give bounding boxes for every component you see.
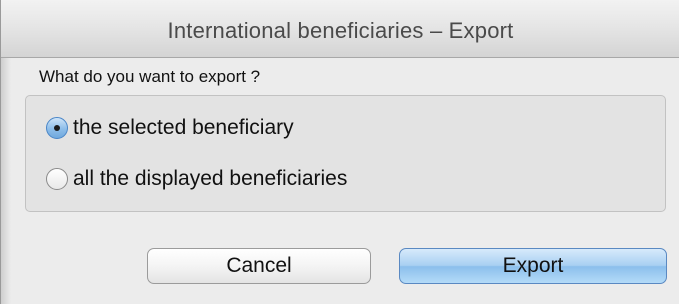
radio-label-all-displayed-beneficiaries[interactable]: all the displayed beneficiaries	[73, 167, 347, 191]
export-options-group: the selected beneficiary all the display…	[25, 95, 666, 212]
export-dialog: International beneficiaries – Export Wha…	[0, 0, 679, 304]
cancel-button[interactable]: Cancel	[147, 248, 371, 284]
radio-dot	[54, 125, 60, 131]
title-bar[interactable]: International beneficiaries – Export	[1, 0, 679, 58]
dialog-title: International beneficiaries – Export	[167, 18, 514, 43]
radio-button-checked[interactable]	[46, 117, 68, 139]
export-button[interactable]: Export	[399, 248, 667, 284]
radio-label-selected-beneficiary[interactable]: the selected beneficiary	[73, 116, 294, 140]
radio-option-selected-beneficiary[interactable]: the selected beneficiary	[46, 116, 294, 140]
radio-button-unchecked[interactable]	[46, 168, 68, 190]
export-prompt-label: What do you want to export ?	[39, 67, 261, 86]
radio-option-all-displayed-beneficiaries[interactable]: all the displayed beneficiaries	[46, 167, 347, 191]
